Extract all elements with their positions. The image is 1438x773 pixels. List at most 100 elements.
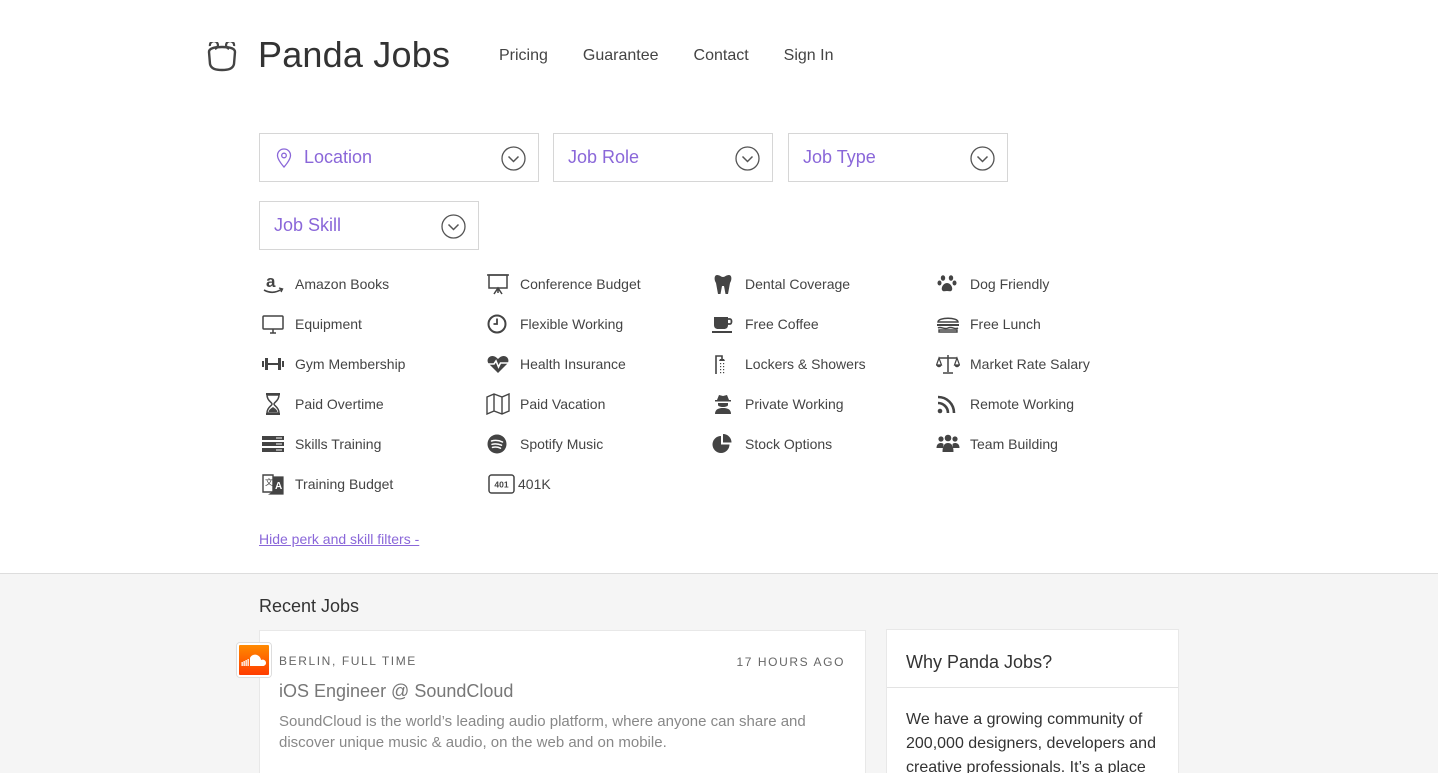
dumbbell-icon (262, 358, 284, 370)
cloud-icon (241, 654, 266, 666)
nav-guarantee[interactable]: Guarantee (583, 47, 659, 65)
perk-team-building[interactable]: Team Building (936, 432, 1058, 456)
perk-label: Lockers & Showers (745, 356, 866, 372)
perk-amazon-books[interactable]: a Amazon Books (261, 272, 389, 296)
perk-spotify-music[interactable]: Spotify Music (486, 432, 603, 456)
chevron-down-icon[interactable] (501, 146, 526, 171)
perk-health-insurance[interactable]: Health Insurance (486, 352, 626, 376)
job-role-filter-label: Job Role (568, 147, 640, 167)
server-icon (262, 436, 284, 452)
perk-label: Conference Budget (520, 276, 641, 292)
job-description: SoundCloud is the world’s leading audio … (279, 713, 806, 751)
perk-equipment[interactable]: Equipment (261, 312, 362, 336)
heartbeat-icon (487, 356, 509, 373)
location-filter-label: Location (304, 147, 373, 167)
chevron-down-icon[interactable] (970, 146, 995, 171)
job-title[interactable]: iOS Engineer @ SoundCloud (279, 681, 513, 702)
perk-label: Health Insurance (520, 356, 626, 372)
users-icon (936, 434, 960, 452)
why-panda-jobs-text: We have a growing community of 200,000 d… (906, 711, 1156, 773)
recent-jobs-section: Recent Jobs BERLIN, FULL TIME 17 HOURS A… (0, 573, 1438, 773)
perk-paid-vacation[interactable]: Paid Vacation (486, 392, 605, 416)
perk-label: Dental Coverage (745, 276, 851, 292)
perk-conference-budget[interactable]: Conference Budget (486, 272, 641, 296)
chevron-down-icon[interactable] (441, 214, 466, 239)
svg-text:a: a (266, 273, 276, 291)
perk-label: Team Building (970, 436, 1058, 452)
perk-label: Skills Training (295, 436, 382, 452)
perk-gym-membership[interactable]: Gym Membership (261, 352, 405, 376)
perk-label: 401K (518, 476, 551, 492)
perk-skills-training[interactable]: Skills Training (261, 432, 381, 456)
paw-icon (937, 275, 957, 292)
svg-text:A: A (275, 481, 282, 492)
perk-free-lunch[interactable]: Free Lunch (936, 312, 1041, 336)
rss-icon (937, 395, 956, 414)
brand-title[interactable]: Panda Jobs (258, 34, 450, 76)
perk-stock-options[interactable]: Stock Options (711, 432, 832, 456)
perk-label: Spotify Music (520, 436, 604, 452)
job-type-filter[interactable]: Job Type (788, 133, 1008, 182)
easel-icon (487, 274, 509, 295)
perk-label: Flexible Working (520, 316, 624, 332)
map-icon (486, 393, 510, 415)
chevron-down-icon[interactable] (735, 146, 760, 171)
translate-icon: 文A (262, 474, 284, 495)
job-type-filter-label: Job Type (803, 147, 876, 167)
pie-chart-icon (712, 434, 732, 453)
perk-lockers-showers[interactable]: Lockers & Showers (711, 352, 866, 376)
perk-label: Market Rate Salary (970, 356, 1090, 372)
perk-flexible-working[interactable]: Flexible Working (486, 312, 623, 336)
perk-dog-friendly[interactable]: Dog Friendly (936, 272, 1049, 296)
clock-icon (487, 314, 507, 334)
coffee-icon (712, 317, 733, 333)
map-pin-icon (276, 147, 292, 168)
perk-remote-working[interactable]: Remote Working (936, 392, 1074, 416)
perk-label: Remote Working (970, 396, 1075, 412)
svg-text:文: 文 (265, 477, 273, 487)
spotify-icon (487, 434, 507, 454)
panda-logo-icon[interactable] (205, 42, 239, 72)
perk-free-coffee[interactable]: Free Coffee (711, 312, 819, 336)
perk-label: Paid Vacation (520, 396, 606, 412)
perk-market-rate-salary[interactable]: Market Rate Salary (936, 352, 1090, 376)
shower-icon (715, 355, 725, 374)
perk-label: Private Working (745, 396, 844, 412)
why-panda-jobs-card: Why Panda Jobs? We have a growing commun… (886, 629, 1179, 773)
svg-text:401: 401 (494, 480, 508, 490)
nav-pricing[interactable]: Pricing (499, 47, 548, 65)
scales-icon (936, 355, 960, 374)
nav-contact[interactable]: Contact (694, 47, 749, 65)
monitor-icon (262, 315, 284, 334)
main-nav: Pricing Guarantee Contact Sign In (499, 47, 833, 65)
perk-label: Equipment (295, 316, 362, 332)
perk-training-budget[interactable]: 文A Training Budget (261, 472, 393, 496)
job-skill-filter[interactable]: Job Skill (259, 201, 479, 250)
perk-private-working[interactable]: Private Working (711, 392, 844, 416)
perk-dental-coverage[interactable]: Dental Coverage (711, 272, 850, 296)
perk-label: Amazon Books (295, 276, 390, 292)
perk-401k[interactable]: 401 401K (488, 472, 551, 496)
perk-label: Stock Options (745, 436, 833, 452)
perk-paid-overtime[interactable]: Paid Overtime (261, 392, 384, 416)
why-panda-jobs-title: Why Panda Jobs? (887, 630, 1178, 688)
job-location-type: BERLIN, FULL TIME (279, 654, 417, 668)
job-card[interactable]: BERLIN, FULL TIME 17 HOURS AGO iOS Engin… (237, 630, 866, 773)
location-filter[interactable]: Location (259, 133, 539, 182)
401k-icon: 401 (488, 474, 515, 494)
perk-label: Gym Membership (295, 356, 406, 372)
soundcloud-logo-icon[interactable] (237, 643, 271, 677)
perk-label: Dog Friendly (970, 276, 1050, 292)
job-skill-filter-label: Job Skill (274, 215, 342, 235)
header: Panda Jobs Pricing Guarantee Contact Sig… (0, 0, 1438, 110)
recent-jobs-title: Recent Jobs (259, 596, 360, 616)
nav-sign-in[interactable]: Sign In (784, 47, 834, 65)
spy-icon (715, 395, 731, 414)
amazon-icon: a (263, 273, 284, 294)
hide-filters-link[interactable]: Hide perk and skill filters - (259, 531, 419, 547)
burger-icon (937, 317, 959, 333)
hourglass-icon (266, 393, 280, 415)
job-posted-time: 17 HOURS AGO (736, 655, 845, 669)
perk-label: Paid Overtime (295, 396, 384, 412)
job-role-filter[interactable]: Job Role (553, 133, 773, 182)
